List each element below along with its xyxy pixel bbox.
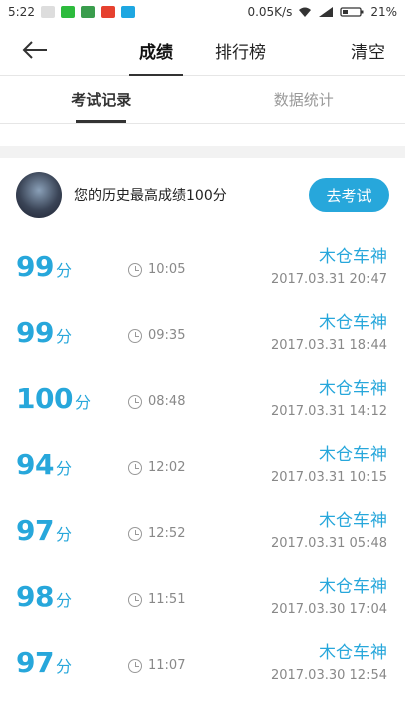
wifi-icon <box>299 7 312 17</box>
score-unit: 分 <box>55 459 72 478</box>
clock-icon <box>128 460 142 475</box>
record-datetime: 2017.03.31 05:48 <box>270 536 387 551</box>
status-right: 0.05K/s 21% <box>247 5 397 19</box>
score-number: 99 <box>16 316 54 349</box>
user-name: 木仓车神 <box>319 247 387 267</box>
records-list: 99 分 10:05 木仓车神 2017.03.31 20:47 99 分 09:35 木仓车神… <box>0 236 405 698</box>
battery-icon <box>340 7 364 17</box>
best-score-row: 您的历史最高成绩100分 去考试 <box>0 160 405 230</box>
duration-text: 11:51 <box>148 592 186 607</box>
section-divider <box>0 146 405 158</box>
score-value: 100 分 <box>16 382 91 415</box>
duration: 11:51 <box>128 592 185 607</box>
record-row[interactable]: 97 分 11:07 木仓车神 2017.03.30 12:54 <box>0 632 405 698</box>
score-value: 98 分 <box>16 580 72 613</box>
duration: 08:48 <box>128 394 185 409</box>
record-datetime: 2017.03.31 14:12 <box>270 404 387 419</box>
clock-icon <box>128 394 142 409</box>
score-number: 97 <box>16 514 54 547</box>
duration-text: 09:35 <box>148 328 186 343</box>
duration: 12:52 <box>128 526 185 541</box>
app-icon <box>80 6 95 18</box>
score-value: 97 分 <box>16 646 72 679</box>
tab-data-stats[interactable]: 数据统计 <box>203 76 405 123</box>
score-unit: 分 <box>55 657 72 676</box>
duration: 09:35 <box>128 328 185 343</box>
duration-text: 12:02 <box>148 460 186 475</box>
score-unit: 分 <box>55 261 72 280</box>
duration-text: 12:52 <box>148 526 186 541</box>
status-bar: 5:22 0.05K/s 21% <box>0 0 405 24</box>
record-row[interactable]: 99 分 09:35 木仓车神 2017.03.31 18:44 <box>0 302 405 368</box>
user-name: 木仓车神 <box>319 643 387 663</box>
clock-icon <box>128 526 142 541</box>
user-name: 木仓车神 <box>319 577 387 597</box>
play-icon <box>120 6 135 18</box>
go-exam-button[interactable]: 去考试 <box>309 178 389 212</box>
battery-level: 21% <box>370 5 397 19</box>
score-value: 97 分 <box>16 514 72 547</box>
tab-scores[interactable]: 成绩 <box>129 24 183 76</box>
user-name: 木仓车神 <box>319 445 387 465</box>
record-row[interactable]: 100 分 08:48 木仓车神 2017.03.31 14:12 <box>0 368 405 434</box>
duration: 12:02 <box>128 460 185 475</box>
user-name: 木仓车神 <box>319 379 387 399</box>
record-datetime: 2017.03.31 20:47 <box>270 272 387 287</box>
weibo-icon <box>100 6 115 18</box>
record-datetime: 2017.03.30 17:04 <box>270 602 387 617</box>
signal-icon <box>319 7 334 17</box>
wechat-icon <box>60 6 75 18</box>
duration: 11:07 <box>128 658 185 673</box>
nav-tabs: 成绩 排行榜 <box>0 24 405 76</box>
tab-leaderboard[interactable]: 排行榜 <box>205 24 276 76</box>
top-nav: 成绩 排行榜 清空 <box>0 24 405 76</box>
record-row[interactable]: 99 分 10:05 木仓车神 2017.03.31 20:47 <box>0 236 405 302</box>
user-name: 木仓车神 <box>319 313 387 333</box>
tab-exam-records[interactable]: 考试记录 <box>0 76 203 123</box>
sub-tabs: 考试记录 数据统计 <box>0 76 405 124</box>
avatar <box>16 172 62 218</box>
duration-text: 10:05 <box>148 262 186 277</box>
record-row[interactable]: 98 分 11:51 木仓车神 2017.03.30 17:04 <box>0 566 405 632</box>
duration-text: 11:07 <box>148 658 186 673</box>
record-row[interactable]: 94 分 12:02 木仓车神 2017.03.31 10:15 <box>0 434 405 500</box>
best-score-text: 您的历史最高成绩100分 <box>74 188 227 204</box>
record-datetime: 2017.03.31 10:15 <box>270 470 387 485</box>
score-unit: 分 <box>74 393 91 412</box>
record-row[interactable]: 97 分 12:52 木仓车神 2017.03.31 05:48 <box>0 500 405 566</box>
score-number: 97 <box>16 646 54 679</box>
score-number: 100 <box>16 382 73 415</box>
notification-icon <box>40 6 55 18</box>
score-number: 99 <box>16 250 54 283</box>
status-left: 5:22 <box>8 5 135 19</box>
status-time: 5:22 <box>8 5 35 19</box>
score-number: 98 <box>16 580 54 613</box>
score-number: 94 <box>16 448 54 481</box>
score-value: 99 分 <box>16 250 72 283</box>
clock-icon <box>128 592 142 607</box>
clock-icon <box>128 328 142 343</box>
user-name: 木仓车神 <box>319 511 387 531</box>
score-unit: 分 <box>55 327 72 346</box>
clock-icon <box>128 658 142 673</box>
score-value: 99 分 <box>16 316 72 349</box>
duration-text: 08:48 <box>148 394 186 409</box>
network-speed: 0.05K/s <box>247 5 293 19</box>
clear-button[interactable]: 清空 <box>351 38 385 63</box>
record-datetime: 2017.03.31 18:44 <box>270 338 387 353</box>
score-unit: 分 <box>55 525 72 544</box>
score-unit: 分 <box>55 591 72 610</box>
duration: 10:05 <box>128 262 185 277</box>
record-datetime: 2017.03.30 12:54 <box>270 668 387 683</box>
clock-icon <box>128 262 142 277</box>
score-value: 94 分 <box>16 448 72 481</box>
